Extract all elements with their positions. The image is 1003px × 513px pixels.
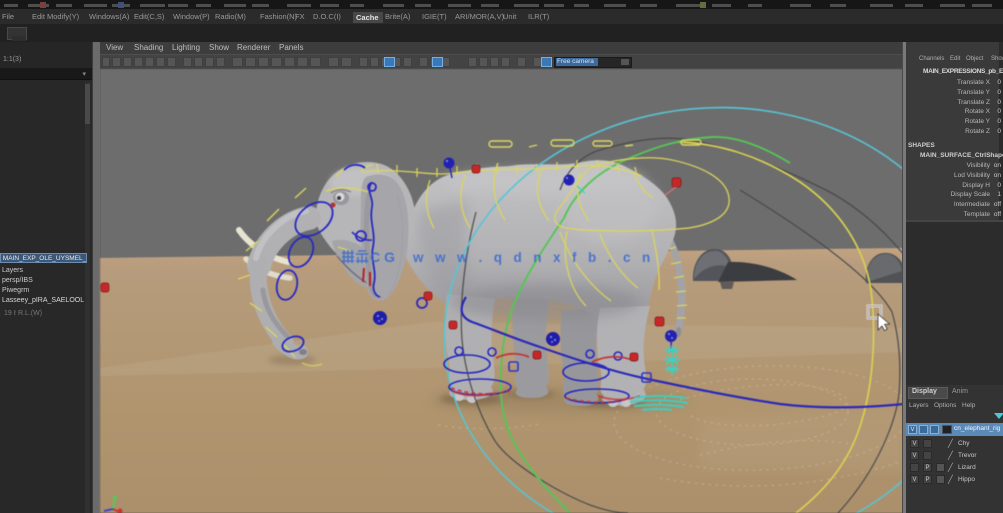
svg-text:CG: CG — [370, 249, 399, 265]
svg-text:www.qdnxfb.cn: www.qdnxfb.cn — [412, 250, 662, 265]
